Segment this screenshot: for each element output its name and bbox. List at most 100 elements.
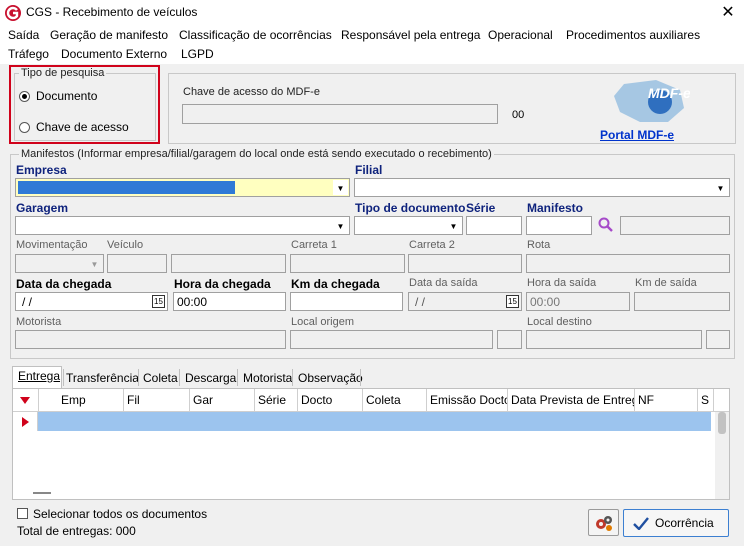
grid-scrollbar[interactable] [715, 412, 729, 499]
chevron-down-icon[interactable]: ▼ [333, 180, 348, 195]
data-saida-value: / / [415, 295, 426, 309]
col-serie[interactable]: Série [255, 389, 298, 411]
hora-saida-input[interactable]: 00:00 [526, 292, 630, 311]
menu-geracao-manifesto[interactable]: Geração de manifesto [50, 28, 168, 42]
col-data-prevista[interactable]: Data Prevista de Entrega [508, 389, 635, 411]
manifesto-label: Manifesto [527, 201, 584, 215]
mdfe-key-label: Chave de acesso do MDF-e [183, 86, 320, 98]
tipo-documento-select[interactable]: ▼ [354, 216, 463, 235]
settings-button[interactable] [588, 509, 619, 536]
ocorrencia-button[interactable]: Ocorrência [623, 509, 729, 537]
tipo-documento-label: Tipo de documento [355, 201, 466, 215]
local-origem-label: Local origem [291, 316, 354, 328]
col-emp[interactable]: Emp [58, 389, 124, 411]
filial-label: Filial [355, 163, 383, 177]
movimentacao-select[interactable]: ▼ [15, 254, 104, 273]
manifestos-title: Manifestos (Informar empresa/filial/gara… [19, 148, 494, 160]
tab-observacao[interactable]: Observação [296, 371, 365, 385]
motorista-input[interactable] [15, 330, 286, 349]
km-saida-label: Km de saída [635, 277, 697, 289]
filial-select[interactable]: ▼ [354, 178, 730, 197]
empresa-select[interactable]: ▼ [15, 178, 350, 197]
tab-entrega[interactable]: Entrega [16, 369, 62, 383]
km-chegada-input[interactable] [290, 292, 403, 311]
hscroll-thumb[interactable] [33, 492, 51, 494]
col-fil[interactable]: Fil [124, 389, 190, 411]
rota-input[interactable] [526, 254, 730, 273]
veiculo-input[interactable] [107, 254, 167, 273]
col-nf[interactable]: NF [635, 389, 698, 411]
menu-saida[interactable]: Saída [8, 28, 39, 42]
highlight-box [9, 65, 160, 144]
menu-classificacao-ocorrencias[interactable]: Classificação de ocorrências [179, 28, 332, 42]
menu-responsavel-entrega[interactable]: Responsável pela entrega [341, 28, 480, 42]
row-indicator[interactable] [13, 412, 38, 431]
movimentacao-label: Movimentação [16, 239, 88, 251]
carreta1-input[interactable] [290, 254, 405, 273]
tab-descarga[interactable]: Descarga [183, 371, 238, 385]
carreta1-label: Carreta 1 [291, 239, 337, 251]
grid-header: Emp Fil Gar Série Docto Coleta Emissão D… [13, 389, 729, 412]
carreta2-label: Carreta 2 [409, 239, 455, 251]
grid-indicator-header[interactable] [13, 389, 39, 411]
km-chegada-label: Km da chegada [291, 277, 380, 291]
empresa-label: Empresa [16, 163, 67, 177]
data-chegada-input[interactable]: / / 15 [15, 292, 168, 311]
chevron-down-icon[interactable]: ▼ [87, 256, 102, 271]
garagem-select[interactable]: ▼ [15, 216, 350, 235]
close-icon[interactable]: ✕ [718, 2, 738, 22]
col-coleta[interactable]: Coleta [363, 389, 427, 411]
menu-operacional[interactable]: Operacional [488, 28, 553, 42]
col-docto[interactable]: Docto [298, 389, 363, 411]
tab-transferencia[interactable]: Transferência [64, 371, 141, 385]
local-origem-input[interactable] [290, 330, 493, 349]
table-row[interactable] [38, 412, 711, 431]
data-saida-input[interactable]: / / 15 [408, 292, 522, 311]
hora-chegada-input[interactable]: 00:00 [173, 292, 286, 311]
data-chegada-value: / / [22, 295, 33, 309]
data-chegada-label: Data da chegada [16, 277, 112, 291]
calendar-icon[interactable]: 15 [506, 295, 519, 308]
gears-icon [596, 516, 612, 531]
carreta2-input[interactable] [408, 254, 522, 273]
menu-lgpd[interactable]: LGPD [181, 47, 214, 61]
mdfe-key-input[interactable] [182, 104, 498, 124]
svg-text:MDF-e: MDF-e [648, 85, 690, 101]
app-logo-icon [5, 5, 21, 21]
col-emissao-docto[interactable]: Emissão Docto [427, 389, 508, 411]
mdfe-logo-icon: MDF-e [614, 80, 690, 122]
total-entregas: Total de entregas: 000 [17, 524, 136, 538]
select-all-label: Selecionar todos os documentos [33, 507, 208, 521]
veiculo-description [171, 254, 286, 273]
menu-trafego[interactable]: Tráfego [8, 47, 49, 61]
manifesto-input[interactable] [526, 216, 592, 235]
title-bar: CGS - Recebimento de veículos ✕ [0, 0, 744, 26]
mdfe-counter: 00 [512, 109, 525, 121]
chevron-down-icon[interactable]: ▼ [446, 218, 461, 233]
search-icon[interactable] [597, 216, 614, 233]
menu-procedimentos-auxiliares[interactable]: Procedimentos auxiliares [566, 28, 700, 42]
manifesto-description [620, 216, 730, 235]
tab-coleta[interactable]: Coleta [141, 371, 180, 385]
chevron-down-icon[interactable]: ▼ [333, 218, 348, 233]
serie-input[interactable] [466, 216, 522, 235]
km-saida-input[interactable] [634, 292, 730, 311]
col-gar[interactable]: Gar [190, 389, 255, 411]
tab-motorista[interactable]: Motorista [241, 371, 294, 385]
chevron-down-icon[interactable]: ▼ [713, 180, 728, 195]
rota-label: Rota [527, 239, 551, 251]
documents-grid[interactable]: Emp Fil Gar Série Docto Coleta Emissão D… [12, 388, 730, 500]
col-s[interactable]: S [698, 389, 714, 411]
local-destino-uf [706, 330, 730, 349]
menu-bar: Saída Geração de manifesto Classificação… [0, 26, 744, 64]
menu-documento-externo[interactable]: Documento Externo [61, 47, 167, 61]
calendar-icon[interactable]: 15 [152, 295, 165, 308]
motorista-label: Motorista [16, 316, 62, 328]
portal-mdfe-link[interactable]: Portal MDF-e [600, 128, 674, 142]
hora-chegada-value: 00:00 [177, 295, 208, 309]
sort-down-icon [20, 397, 30, 404]
local-destino-input[interactable] [526, 330, 702, 349]
scrollbar-thumb[interactable] [718, 412, 726, 434]
select-all-checkbox[interactable] [17, 508, 28, 519]
serie-label: Série [466, 201, 496, 215]
